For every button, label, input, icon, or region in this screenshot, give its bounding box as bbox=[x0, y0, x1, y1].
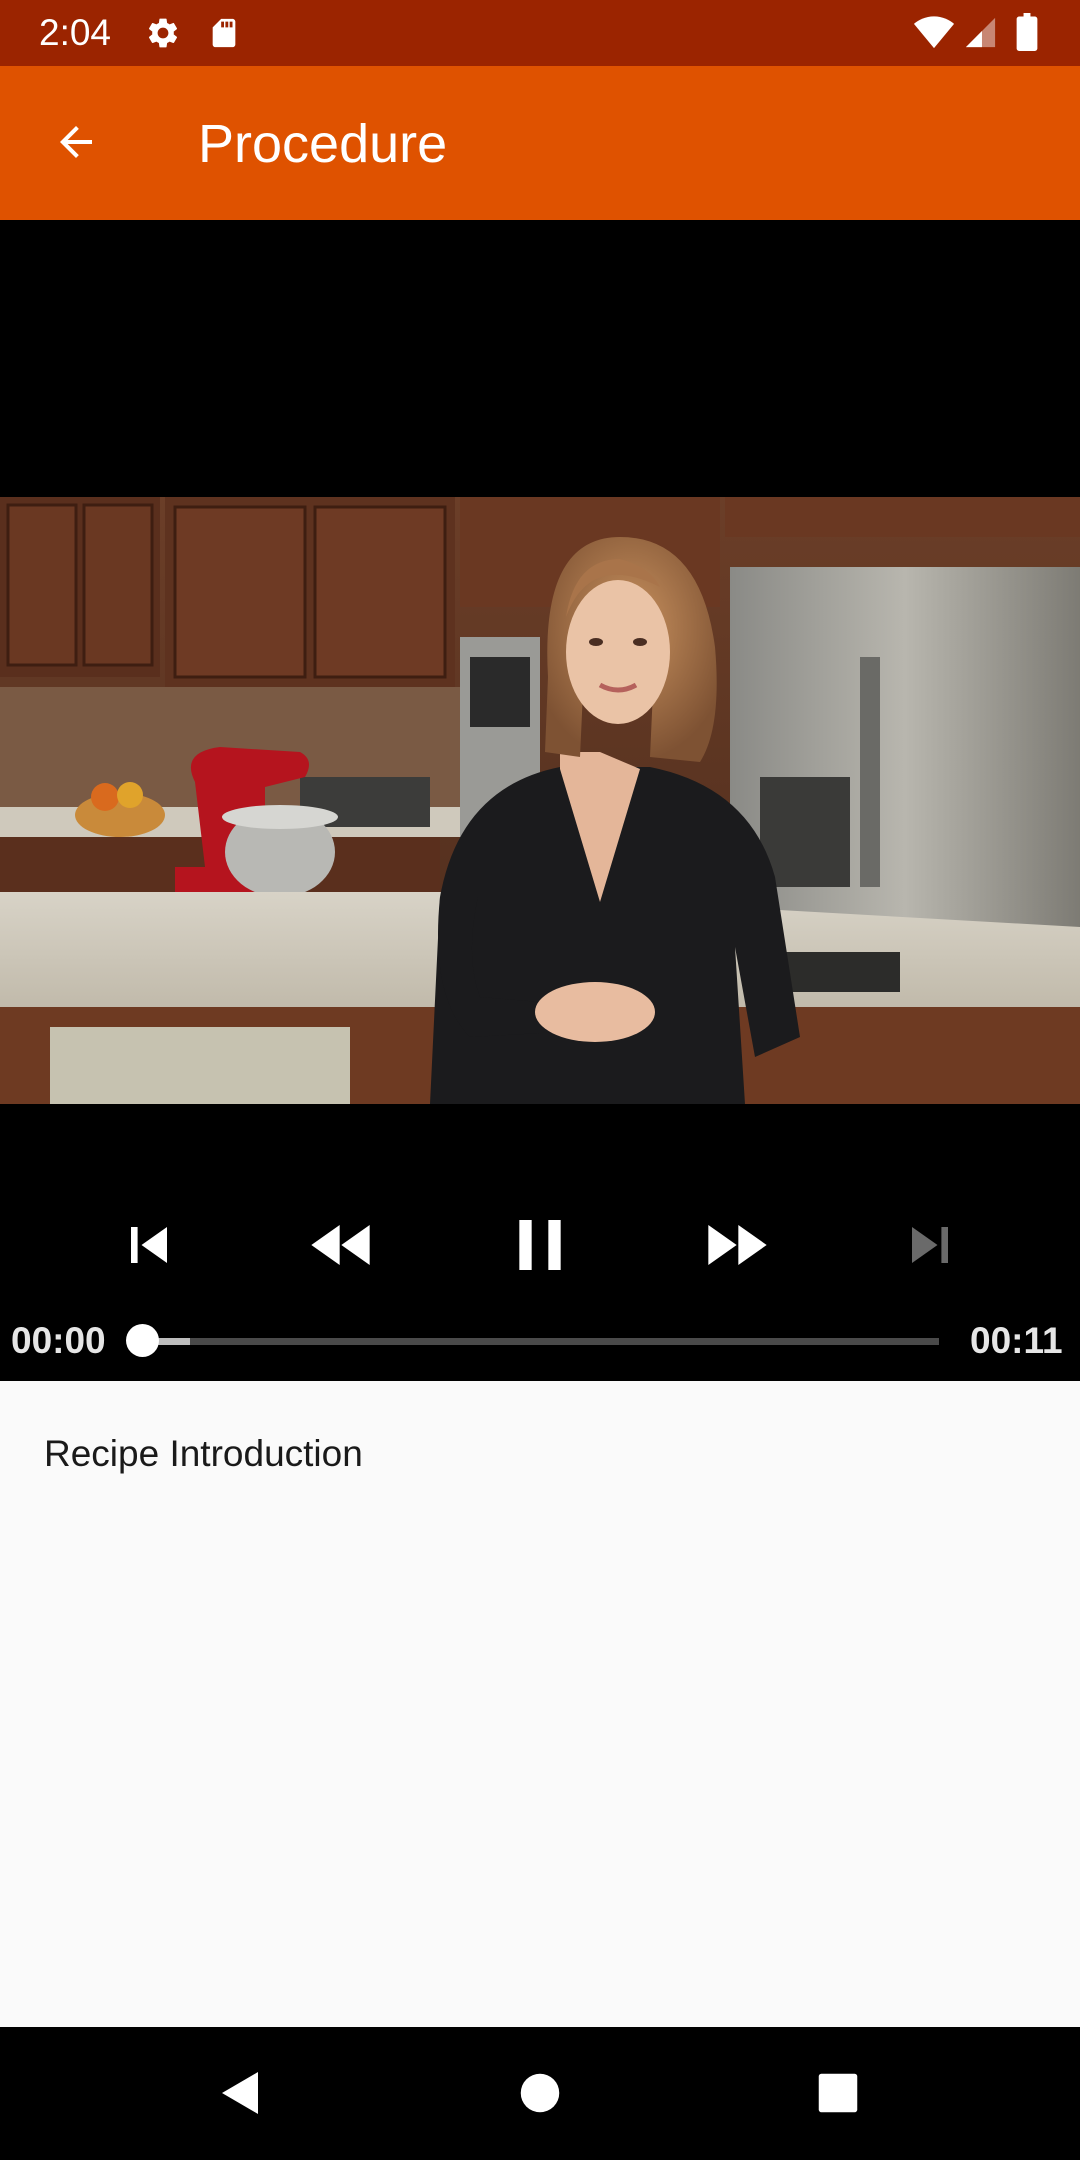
app-bar: Procedure bbox=[0, 66, 1080, 220]
arrow-back-icon bbox=[60, 126, 92, 158]
seek-bar[interactable] bbox=[126, 1323, 941, 1359]
nav-back-button[interactable] bbox=[180, 2045, 300, 2141]
seek-track bbox=[142, 1338, 939, 1345]
skip-previous-button[interactable] bbox=[89, 1185, 209, 1305]
step-description: Recipe Introduction bbox=[44, 1433, 363, 1474]
fast-forward-icon bbox=[708, 1225, 767, 1265]
video-frame[interactable] bbox=[0, 497, 1080, 1104]
skip-next-icon bbox=[912, 1227, 948, 1263]
video-player[interactable]: 00:00 00:11 bbox=[0, 220, 1080, 1381]
skip-previous-icon bbox=[131, 1227, 167, 1263]
current-position: 00:00 bbox=[11, 1320, 106, 1361]
navigation-bar bbox=[0, 2027, 1080, 2160]
nav-back-icon bbox=[222, 2072, 258, 2114]
video-frame-image bbox=[0, 497, 1080, 1104]
nav-home-button[interactable] bbox=[480, 2045, 600, 2141]
status-bar: 2:04 bbox=[0, 0, 1080, 66]
sd-card-icon bbox=[212, 18, 236, 48]
seek-thumb[interactable] bbox=[126, 1324, 159, 1357]
nav-home-icon bbox=[520, 2073, 560, 2113]
battery-icon bbox=[1016, 13, 1038, 51]
nav-recents-icon bbox=[818, 2073, 858, 2113]
wifi-icon bbox=[913, 16, 955, 49]
playback-controls bbox=[0, 1185, 1080, 1305]
rewind-button[interactable] bbox=[283, 1185, 403, 1305]
nav-recents-button[interactable] bbox=[778, 2045, 898, 2141]
cellular-signal-icon bbox=[965, 17, 996, 48]
status-time: 2:04 bbox=[39, 12, 112, 53]
pause-icon bbox=[519, 1220, 561, 1270]
back-button[interactable] bbox=[32, 98, 120, 186]
screen: 2:04 Procedure 00:00 00:11 Recipe Introd… bbox=[0, 0, 1080, 2160]
settings-icon bbox=[148, 18, 178, 48]
page-title: Procedure bbox=[198, 114, 448, 174]
pause-button[interactable] bbox=[480, 1185, 600, 1305]
fast-forward-button[interactable] bbox=[675, 1185, 795, 1305]
skip-next-button[interactable] bbox=[870, 1185, 990, 1305]
rewind-icon bbox=[311, 1225, 370, 1265]
step-content: Recipe Introduction bbox=[0, 1381, 1080, 2027]
duration: 00:11 bbox=[970, 1320, 1063, 1361]
